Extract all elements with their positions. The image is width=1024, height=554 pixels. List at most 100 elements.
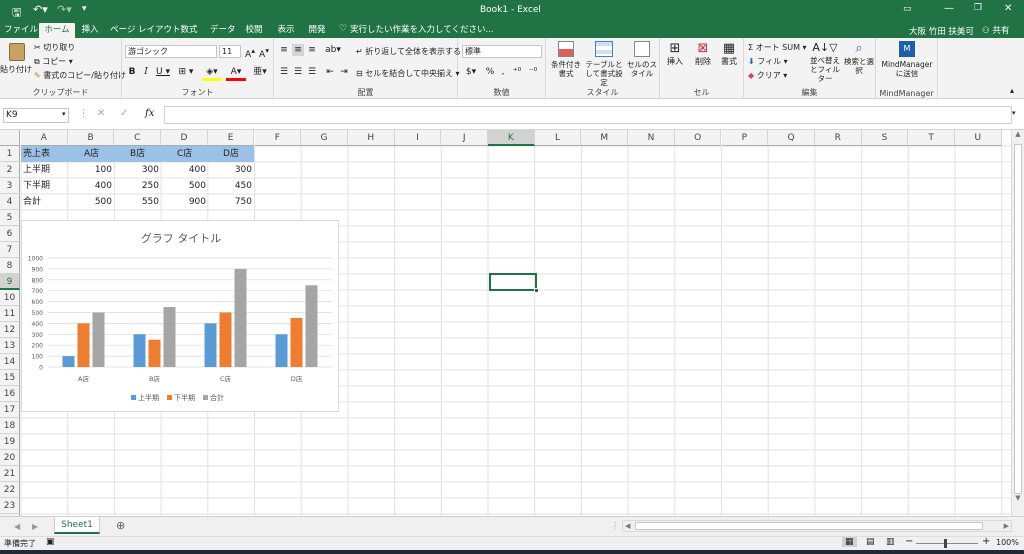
add-sheet-icon[interactable]: ⊕ (116, 519, 125, 532)
row-header-8[interactable]: 8 (0, 258, 20, 274)
tab-formulas[interactable]: 数式 (178, 23, 200, 38)
tell-me-search[interactable]: 実行したい作業を入力してください... (350, 23, 494, 38)
column-header-A[interactable]: A (21, 130, 68, 146)
row-header-6[interactable]: 6 (0, 226, 20, 242)
cell-E2[interactable]: 300 (207, 162, 254, 178)
column-header-F[interactable]: F (254, 130, 302, 146)
tab-data[interactable]: データ (210, 23, 236, 38)
name-box[interactable]: K9 (3, 108, 69, 123)
close-icon[interactable]: ✕ (1004, 3, 1012, 14)
column-header-E[interactable]: E (207, 130, 255, 146)
column-header-N[interactable]: N (628, 130, 675, 146)
format-as-table-button[interactable]: テーブルとして書式設定 (584, 41, 624, 87)
tab-view[interactable]: 表示 (275, 23, 297, 38)
align-left-icon[interactable]: ☰ (278, 66, 290, 78)
decrease-indent-icon[interactable]: ⇤ (324, 66, 336, 78)
cell-E4[interactable]: 750 (207, 194, 254, 210)
vertical-scroll-thumb[interactable] (1014, 144, 1022, 494)
column-header-S[interactable]: S (861, 130, 909, 146)
column-header-J[interactable]: J (441, 130, 488, 146)
fill-handle[interactable] (534, 288, 539, 293)
scroll-down-icon[interactable]: ▼ (1012, 494, 1024, 508)
zoom-in-icon[interactable]: + (982, 536, 990, 547)
insert-function-icon[interactable]: fx (145, 108, 154, 119)
column-header-O[interactable]: O (674, 130, 722, 146)
tab-split-icon[interactable]: ⋮ (611, 521, 619, 530)
increase-indent-icon[interactable]: ⇥ (338, 66, 350, 78)
row-header-12[interactable]: 12 (0, 322, 20, 338)
column-header-C[interactable]: C (114, 130, 162, 146)
column-header-D[interactable]: D (161, 130, 208, 146)
align-middle-icon[interactable]: ≡ (292, 44, 304, 56)
vertical-scrollbar[interactable]: ▲ ▼ (1011, 130, 1024, 516)
cell-A2[interactable]: 上半期 (21, 162, 68, 178)
tab-review[interactable]: 校閲 (243, 23, 265, 38)
find-select-button[interactable]: ⌕ 検索と選択 (844, 41, 874, 75)
cell-B3[interactable]: 400 (67, 178, 114, 194)
column-header-M[interactable]: M (581, 130, 629, 146)
row-header-2[interactable]: 2 (0, 162, 20, 178)
comma-icon[interactable]: , (498, 66, 508, 78)
column-header-B[interactable]: B (67, 130, 115, 146)
tab-home[interactable]: ホーム (39, 23, 75, 38)
minimize-icon[interactable]: — (944, 3, 954, 14)
cell-E3[interactable]: 450 (207, 178, 254, 194)
scroll-left-icon[interactable]: ◀ (625, 522, 630, 530)
clear-button[interactable]: ◆ クリア ▾ (748, 70, 787, 81)
tab-file[interactable]: ファイル (4, 23, 38, 38)
shrink-font-icon[interactable]: A▾ (258, 45, 270, 61)
insert-cells-button[interactable]: ⊞ 挿入 (662, 41, 688, 67)
cell-C2[interactable]: 300 (114, 162, 161, 178)
phonetic-icon[interactable]: 亜▾ (252, 66, 268, 78)
increase-decimal-icon[interactable]: ⁺⁰ (510, 66, 524, 78)
align-center-icon[interactable]: ☰ (292, 66, 304, 78)
column-header-P[interactable]: P (721, 130, 769, 146)
column-header-H[interactable]: H (347, 130, 395, 146)
column-header-G[interactable]: G (301, 130, 348, 146)
row-header-19[interactable]: 19 (0, 434, 20, 450)
font-name-select[interactable]: 游ゴシック (125, 45, 217, 58)
cell-B2[interactable]: 100 (67, 162, 114, 178)
row-header-13[interactable]: 13 (0, 338, 20, 354)
format-painter-button[interactable]: ✎ 書式のコピー/貼り付け (34, 70, 126, 81)
column-header-R[interactable]: R (814, 130, 862, 146)
cell-A4[interactable]: 合計 (21, 194, 68, 210)
page-break-view-icon[interactable]: ▥ (886, 537, 895, 547)
align-right-icon[interactable]: ☰ (306, 66, 318, 78)
macro-record-icon[interactable]: ▣ (46, 537, 55, 547)
row-header-7[interactable]: 7 (0, 242, 20, 258)
fill-button[interactable]: ⬇ フィル ▾ (748, 56, 788, 67)
column-header-K[interactable]: K (488, 130, 535, 146)
cell-D4[interactable]: 900 (161, 194, 208, 210)
cell-B4[interactable]: 500 (67, 194, 114, 210)
row-header-11[interactable]: 11 (0, 306, 20, 322)
number-format-select[interactable]: 標準 (462, 45, 542, 58)
ribbon-display-options-icon[interactable]: ▭ (903, 4, 912, 14)
collapse-ribbon-icon[interactable]: ▴ (1010, 86, 1014, 95)
percent-icon[interactable]: % (484, 66, 496, 78)
undo-icon[interactable]: ↶▾ (33, 3, 48, 16)
row-header-21[interactable]: 21 (0, 466, 20, 482)
cell-D2[interactable]: 400 (161, 162, 208, 178)
align-bottom-icon[interactable]: ≡ (306, 44, 318, 56)
zoom-slider-thumb[interactable] (944, 539, 947, 548)
cell-D1[interactable]: C店 (175, 146, 205, 162)
row-header-22[interactable]: 22 (0, 482, 20, 498)
row-header-1[interactable]: 1 (0, 146, 20, 162)
sort-filter-button[interactable]: A↓▽ 並べ替えとフィルター (808, 41, 842, 83)
font-color-icon[interactable]: A▾ (226, 66, 246, 81)
align-top-icon[interactable]: ≡ (278, 44, 290, 56)
merge-center-button[interactable]: ⊟ セルを結合して中央揃え ▾ (356, 68, 460, 79)
next-sheet-icon[interactable]: ▶ (32, 522, 38, 531)
row-header-20[interactable]: 20 (0, 450, 20, 466)
cell-A3[interactable]: 下半期 (21, 178, 68, 194)
currency-icon[interactable]: $▾ (462, 66, 480, 78)
cut-button[interactable]: ✂ 切り取り (34, 42, 75, 53)
normal-view-icon[interactable]: ▦ (842, 537, 857, 547)
cancel-entry-icon[interactable]: ✕ (97, 108, 105, 119)
maximize-icon[interactable]: ❐ (974, 3, 982, 13)
scroll-up-icon[interactable]: ▲ (1012, 130, 1024, 144)
row-header-15[interactable]: 15 (0, 370, 20, 386)
cell-C3[interactable]: 250 (114, 178, 161, 194)
row-header-18[interactable]: 18 (0, 418, 20, 434)
